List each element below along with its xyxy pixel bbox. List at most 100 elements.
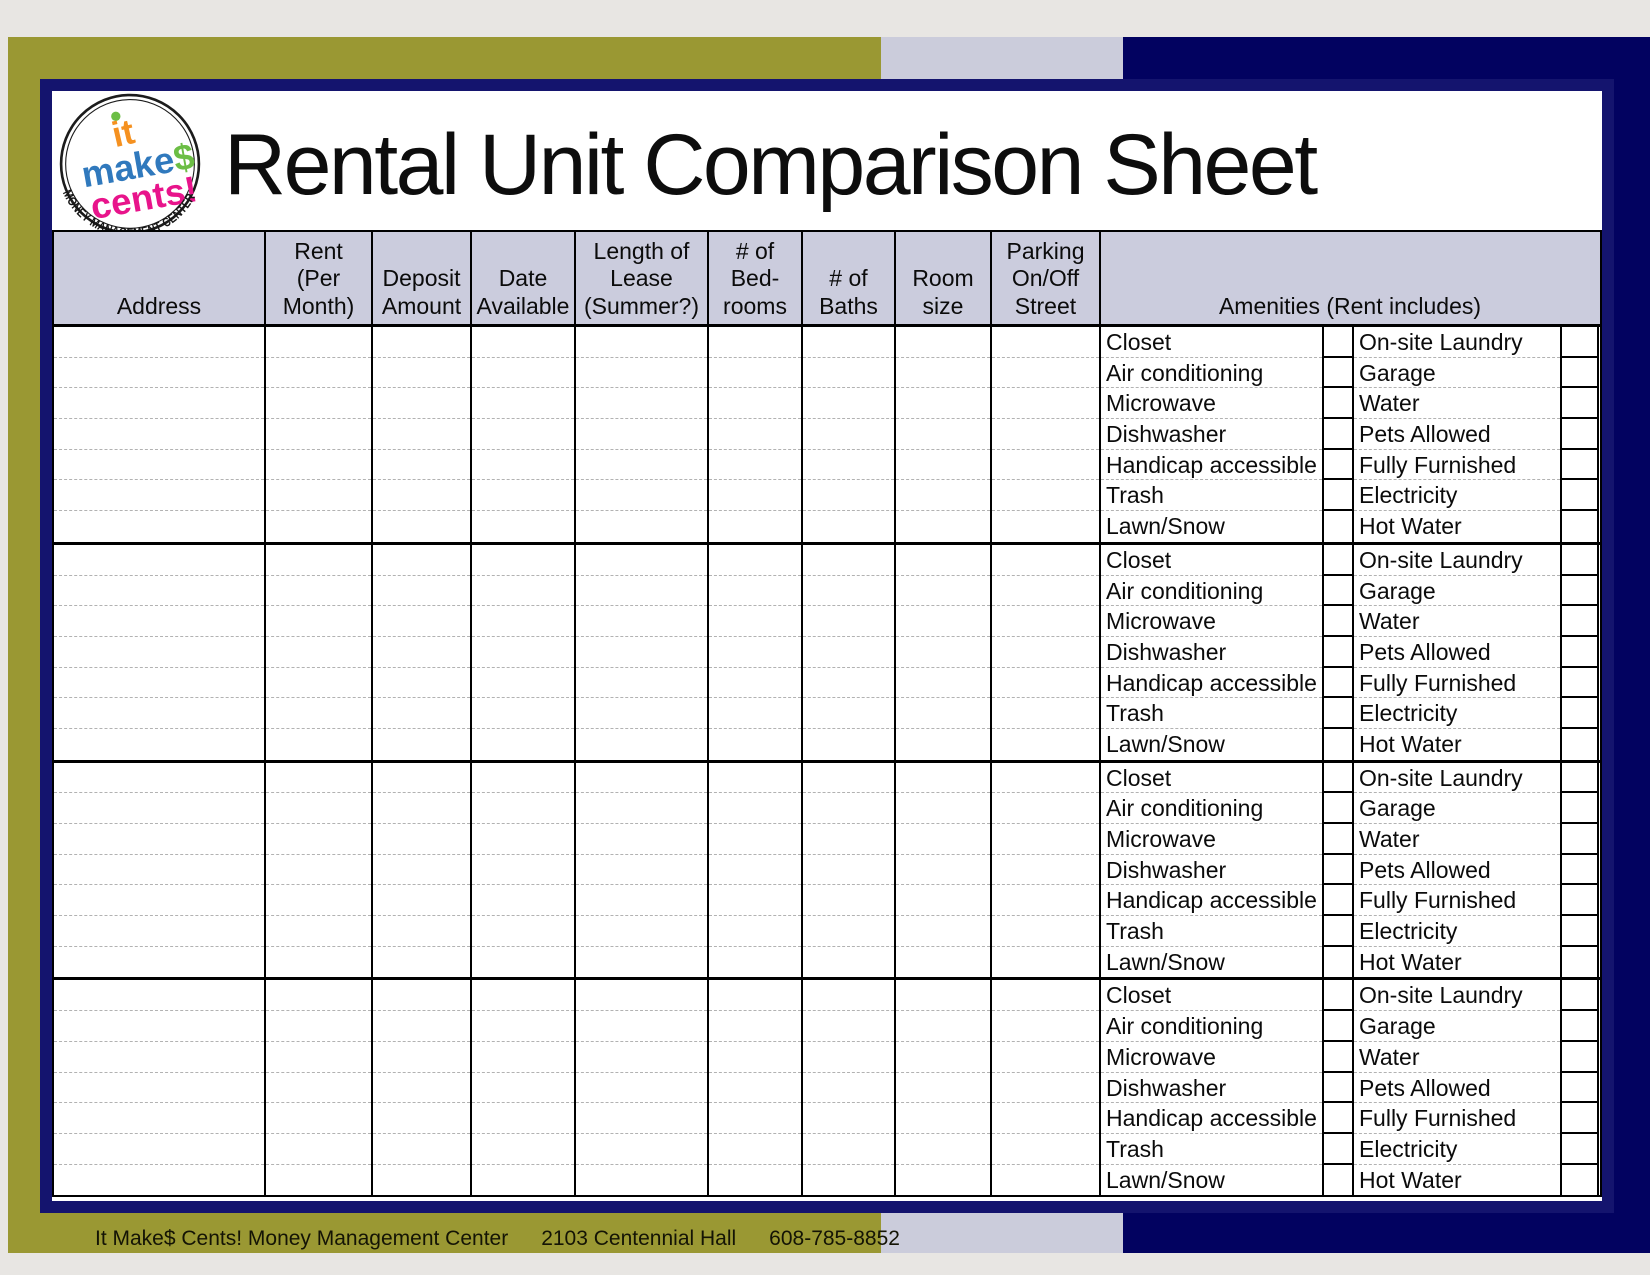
amenity-checkbox xyxy=(1322,763,1354,794)
cell-parking xyxy=(992,980,1101,1195)
cell-bedrooms xyxy=(709,327,803,542)
header-amenities: Amenities (Rent includes) xyxy=(1101,232,1599,324)
amenity-checkbox xyxy=(1560,388,1599,419)
amenity-label: Water xyxy=(1354,606,1560,637)
cell-parking xyxy=(992,545,1101,760)
amenity-checkbox xyxy=(1560,637,1599,668)
amenity-label: Trash xyxy=(1101,480,1322,511)
comparison-table: AddressRent (Per Month)Deposit AmountDat… xyxy=(52,230,1602,1197)
cell-date-available xyxy=(472,763,576,978)
amenity-checkbox xyxy=(1322,450,1354,481)
amenity-label: Fully Furnished xyxy=(1354,1103,1560,1134)
amenity-checkbox xyxy=(1560,824,1599,855)
footer: It Make$ Cents! Money Management Center … xyxy=(95,1224,900,1254)
amenity-label: Trash xyxy=(1101,916,1322,947)
amenity-checkbox xyxy=(1560,916,1599,947)
amenity-label: Fully Furnished xyxy=(1354,668,1560,699)
cell-date-available xyxy=(472,980,576,1195)
cell-lease-length xyxy=(576,545,709,760)
amenity-label: Fully Furnished xyxy=(1354,450,1560,481)
amenity-checkbox xyxy=(1560,450,1599,481)
amenity-label: Electricity xyxy=(1354,1134,1560,1165)
header-lease-length: Length of Lease (Summer?) xyxy=(576,232,709,324)
amenity-checkbox xyxy=(1322,1042,1354,1073)
page: it make$ cents! MONEY MANAGEMENT CENTER … xyxy=(0,0,1650,1275)
footer-org: It Make$ Cents! Money Management Center xyxy=(95,1227,508,1251)
cell-lease-length xyxy=(576,763,709,978)
cell-rent xyxy=(266,545,373,760)
amenity-label: Pets Allowed xyxy=(1354,855,1560,886)
amenity-label: Lawn/Snow xyxy=(1101,511,1322,542)
cell-room-size xyxy=(896,545,992,760)
amenity-label: Pets Allowed xyxy=(1354,637,1560,668)
amenity-checkbox xyxy=(1322,1103,1354,1134)
cell-lease-length xyxy=(576,980,709,1195)
amenity-label: Handicap accessible xyxy=(1101,668,1322,699)
amenity-checkbox xyxy=(1322,668,1354,699)
amenity-checkbox xyxy=(1560,1165,1599,1196)
amenity-label: Fully Furnished xyxy=(1354,885,1560,916)
amenity-checkbox xyxy=(1322,729,1354,760)
amenity-checkbox xyxy=(1322,855,1354,886)
amenity-label: Closet xyxy=(1101,545,1322,576)
table-header-row: AddressRent (Per Month)Deposit AmountDat… xyxy=(54,232,1600,324)
amenity-label: Closet xyxy=(1101,763,1322,794)
amenity-checkbox xyxy=(1322,637,1354,668)
amenity-checkbox xyxy=(1560,1042,1599,1073)
cell-baths xyxy=(803,327,896,542)
cell-address xyxy=(54,980,266,1195)
amenity-label: Closet xyxy=(1101,980,1322,1011)
amenity-checkbox xyxy=(1322,793,1354,824)
header-room-size: Room size xyxy=(896,232,992,324)
amenity-label: Garage xyxy=(1354,358,1560,389)
cell-bedrooms xyxy=(709,545,803,760)
header-baths: # of Baths xyxy=(803,232,896,324)
amenity-checkbox xyxy=(1560,327,1599,358)
cell-room-size xyxy=(896,980,992,1195)
amenity-label: Closet xyxy=(1101,327,1322,358)
amenity-checkbox xyxy=(1322,576,1354,607)
amenity-checkbox xyxy=(1322,511,1354,542)
amenity-label: Water xyxy=(1354,388,1560,419)
header-parking: Parking On/Off Street xyxy=(992,232,1101,324)
amenity-checkbox xyxy=(1560,1073,1599,1104)
cell-lease-length xyxy=(576,327,709,542)
cell-bedrooms xyxy=(709,980,803,1195)
amenity-label: Air conditioning xyxy=(1101,793,1322,824)
amenity-checkbox xyxy=(1560,698,1599,729)
amenity-checkbox xyxy=(1322,698,1354,729)
amenity-checkbox xyxy=(1560,947,1599,978)
cell-parking xyxy=(992,763,1101,978)
amenity-checkbox xyxy=(1560,1134,1599,1165)
cell-bedrooms xyxy=(709,763,803,978)
cell-rent xyxy=(266,980,373,1195)
cell-baths xyxy=(803,545,896,760)
amenity-checkbox xyxy=(1322,545,1354,576)
cell-address xyxy=(54,545,266,760)
amenity-label: On-site Laundry xyxy=(1354,763,1560,794)
header-bedrooms: # of Bed- rooms xyxy=(709,232,803,324)
amenity-checkbox xyxy=(1322,1134,1354,1165)
amenity-checkbox xyxy=(1322,980,1354,1011)
amenity-label: Microwave xyxy=(1101,1042,1322,1073)
amenity-label: On-site Laundry xyxy=(1354,327,1560,358)
page-title: Rental Unit Comparison Sheet xyxy=(224,117,1404,213)
amenity-checkbox xyxy=(1560,358,1599,389)
amenity-label: On-site Laundry xyxy=(1354,980,1560,1011)
amenity-label: Microwave xyxy=(1101,388,1322,419)
amenity-checkbox xyxy=(1322,1011,1354,1042)
amenity-checkbox xyxy=(1560,885,1599,916)
amenity-checkbox xyxy=(1560,668,1599,699)
amenity-label: Hot Water xyxy=(1354,947,1560,978)
amenity-checkbox xyxy=(1560,1011,1599,1042)
amenity-label: Hot Water xyxy=(1354,1165,1560,1196)
amenity-checkbox xyxy=(1322,1073,1354,1104)
cell-parking xyxy=(992,327,1101,542)
amenity-label: Lawn/Snow xyxy=(1101,729,1322,760)
worksheet-frame: it make$ cents! MONEY MANAGEMENT CENTER … xyxy=(40,79,1614,1213)
amenity-label: Trash xyxy=(1101,698,1322,729)
amenity-label: Trash xyxy=(1101,1134,1322,1165)
amenity-checkbox xyxy=(1322,1165,1354,1196)
unit-row-4: ClosetOn-site LaundryAir conditioningGar… xyxy=(54,977,1600,1195)
amenity-label: Hot Water xyxy=(1354,729,1560,760)
